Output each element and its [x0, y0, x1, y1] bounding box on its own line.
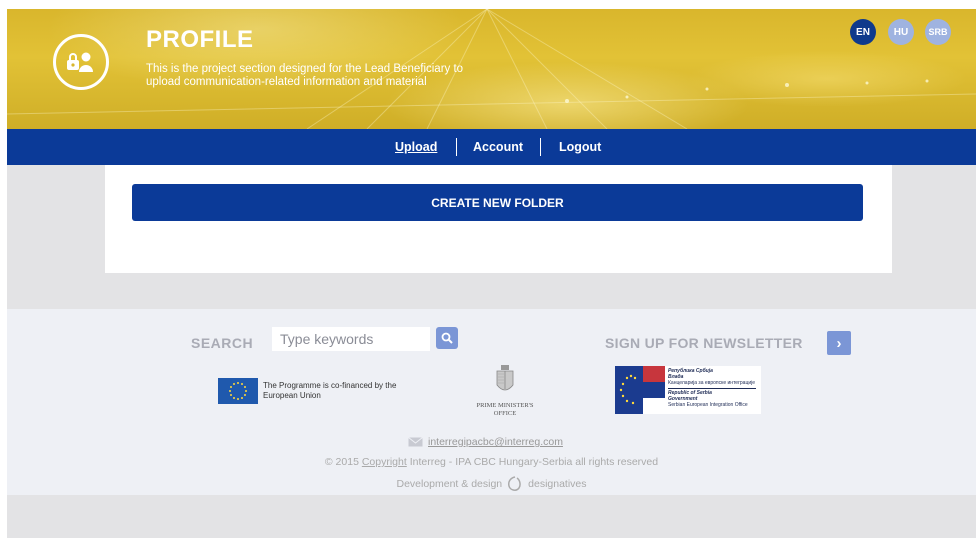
- newsletter-label: SIGN UP FOR NEWSLETTER: [605, 335, 803, 351]
- srb-divider: [668, 387, 756, 389]
- nav-divider: [456, 138, 457, 156]
- credits-brand[interactable]: designatives: [528, 478, 586, 490]
- srb-text-line: Serbian European Integration Office: [668, 402, 748, 409]
- envelope-icon: [408, 437, 423, 447]
- nav-account-link[interactable]: Account: [473, 140, 523, 154]
- copyright-link[interactable]: Copyright: [362, 456, 407, 468]
- serbia-eu-flag-icon: [615, 366, 665, 414]
- credits-text: Development & design designatives: [7, 475, 976, 493]
- contact-email-link[interactable]: interregipacbc@interreg.com: [428, 436, 563, 448]
- pmo-text-line: OFFICE: [493, 410, 517, 417]
- newsletter-signup-button[interactable]: ›: [827, 331, 851, 355]
- credits-prefix: Development & design: [396, 478, 503, 490]
- content-panel: CREATE NEW FOLDER: [105, 165, 892, 273]
- footer: SEARCH SIGN UP FOR NEWSLETTER › The P: [7, 309, 976, 495]
- create-new-folder-button[interactable]: CREATE NEW FOLDER: [132, 184, 863, 221]
- main-nav: Upload Account Logout: [7, 129, 976, 165]
- language-srb-button[interactable]: SRB: [925, 19, 951, 45]
- nav-upload-link[interactable]: Upload: [395, 140, 437, 154]
- page-frame: PROFILE This is the project section desi…: [7, 9, 976, 538]
- eu-cofinanced-text: The Programme is co-financed by the Euro…: [263, 381, 397, 400]
- copyright-suffix: Interreg - IPA CBC Hungary-Serbia all ri…: [409, 456, 659, 468]
- srb-text-line: Канцеларија за европске интеграције: [668, 380, 756, 387]
- designatives-logo-icon[interactable]: [506, 475, 524, 493]
- search-button[interactable]: [436, 327, 458, 349]
- eu-flag-logo: [218, 378, 258, 404]
- subtitle-line: upload communication-related information…: [146, 76, 427, 88]
- hungarian-coat-of-arms-icon: [496, 365, 514, 391]
- copyright-text: © 2015 Copyright Interreg - IPA CBC Hung…: [7, 456, 976, 468]
- language-hu-button[interactable]: HU: [888, 19, 914, 45]
- subtitle-line: This is the project section designed for…: [146, 63, 464, 75]
- contact-email-row: interregipacbc@interreg.com: [408, 436, 563, 448]
- nav-divider: [540, 138, 541, 156]
- page-title: PROFILE: [146, 26, 254, 53]
- search-input[interactable]: [272, 327, 430, 351]
- chevron-right-icon: ›: [836, 334, 842, 352]
- prime-ministers-office-logo: PRIME MINISTER'S OFFICE: [470, 365, 540, 418]
- serbian-integration-office-logo: Република Србија Влада Канцеларија за ев…: [615, 366, 761, 414]
- nav-logout-link[interactable]: Logout: [559, 140, 601, 154]
- copyright-prefix: © 2015: [324, 456, 359, 468]
- profile-header: PROFILE This is the project section desi…: [7, 9, 976, 129]
- search-icon: [441, 332, 453, 344]
- pmo-text-line: PRIME MINISTER'S: [476, 402, 534, 409]
- page-subtitle: This is the project section designed for…: [146, 63, 506, 89]
- language-en-button[interactable]: EN: [850, 19, 876, 45]
- search-label: SEARCH: [191, 335, 254, 351]
- profile-icon: [53, 34, 109, 90]
